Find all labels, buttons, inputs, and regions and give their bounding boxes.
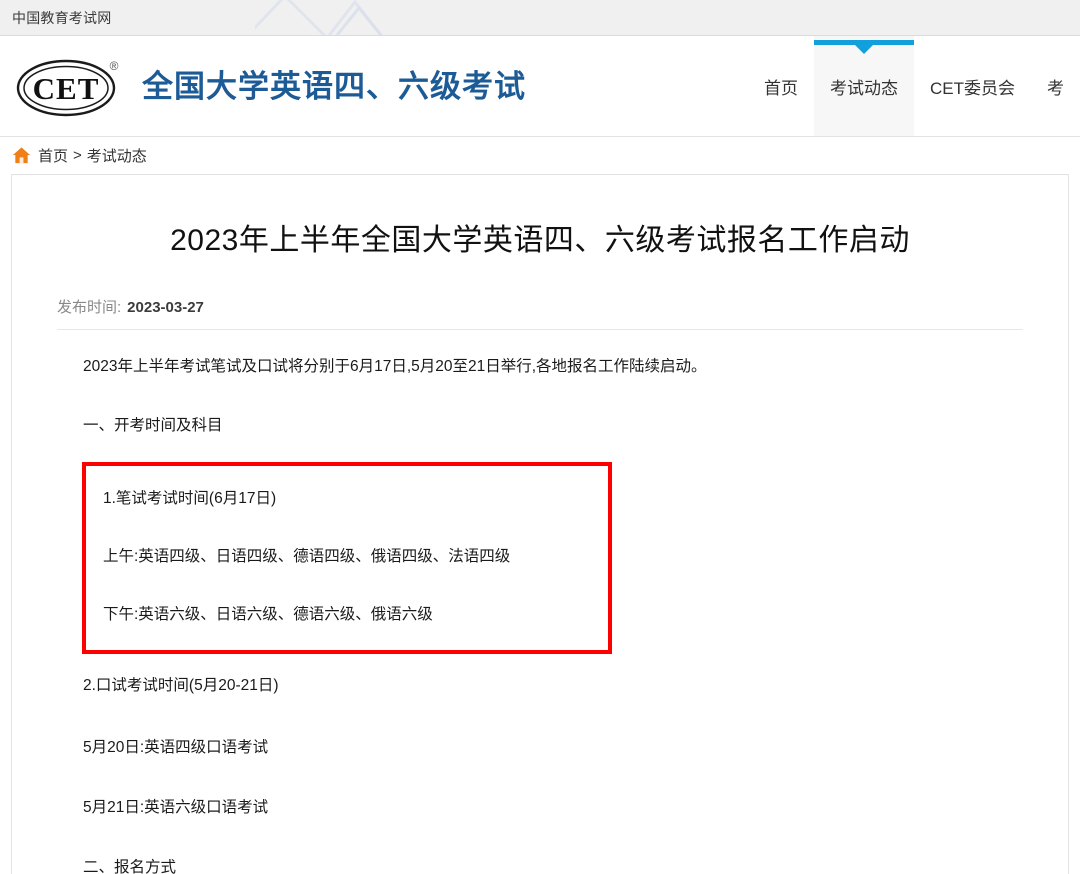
publish-time-label: 发布时间:	[57, 299, 121, 316]
nav-item-exam-news[interactable]: 考试动态	[814, 36, 914, 136]
article-paragraph-clipped: 二、报名方式	[57, 838, 1023, 874]
highlight-line: 1.笔试考试时间(6月17日)	[86, 470, 608, 528]
home-icon	[12, 146, 31, 165]
nav-item-label: 考	[1047, 74, 1064, 99]
svg-text:CET: CET	[33, 71, 100, 106]
nav-item-home[interactable]: 首页	[748, 36, 814, 136]
publish-meta: 发布时间: 2023-03-27	[57, 296, 1068, 317]
article-paragraph: 2.口试考试时间(5月20-21日)	[57, 654, 1023, 718]
nav-item-truncated[interactable]: 考	[1031, 36, 1080, 136]
top-navigation: 首页 考试动态 CET委员会 考	[748, 36, 1080, 136]
nav-item-label: CET委员会	[930, 74, 1015, 99]
publish-date: 2023-03-27	[127, 299, 204, 316]
brand-title: 全国大学英语四、六级考试	[142, 71, 526, 102]
nav-item-label: 首页	[764, 74, 798, 99]
site-header: CET ® 全国大学英语四、六级考试 首页 考试动态 CET委员会 考	[0, 36, 1080, 137]
nav-active-arrow-icon	[855, 45, 873, 54]
svg-text:®: ®	[110, 59, 119, 73]
window-title: 中国教育考试网	[12, 8, 111, 28]
article-paragraph: 一、开考时间及科目	[57, 396, 1023, 456]
brand-block[interactable]: CET ® 全国大学英语四、六级考试	[14, 50, 526, 122]
breadcrumb: 首页 > 考试动态	[0, 137, 1080, 174]
article-paragraph: 5月20日:英语四级口语考试	[57, 718, 1023, 778]
article-card: 2023年上半年全国大学英语四、六级考试报名工作启动 发布时间: 2023-03-…	[11, 174, 1069, 874]
browser-title-bar: 中国教育考试网	[0, 0, 1080, 36]
mountain-zigzag-watermark-icon	[255, 0, 495, 36]
article-body-after-highlight: 2.口试考试时间(5月20-21日) 5月20日:英语四级口语考试 5月21日:…	[57, 654, 1023, 874]
breadcrumb-home-link[interactable]: 首页	[38, 145, 68, 166]
nav-item-cet-committee[interactable]: CET委员会	[914, 36, 1031, 136]
highlight-box: 1.笔试考试时间(6月17日) 上午:英语四级、日语四级、德语四级、俄语四级、法…	[82, 462, 612, 654]
cet-logo-icon: CET ®	[14, 50, 132, 122]
nav-item-label: 考试动态	[830, 74, 898, 99]
article-paragraph: 2023年上半年考试笔试及口试将分别于6月17日,5月20至21日举行,各地报名…	[57, 330, 1023, 396]
breadcrumb-separator: >	[73, 147, 82, 164]
page-title: 2023年上半年全国大学英语四、六级考试报名工作启动	[12, 175, 1068, 262]
article-paragraph: 5月21日:英语六级口语考试	[57, 778, 1023, 838]
breadcrumb-current: 考试动态	[87, 145, 147, 166]
highlight-line: 下午:英语六级、日语六级、德语六级、俄语六级	[86, 586, 608, 644]
highlight-line: 上午:英语四级、日语四级、德语四级、俄语四级、法语四级	[86, 528, 608, 586]
article-body: 2023年上半年考试笔试及口试将分别于6月17日,5月20至21日举行,各地报名…	[12, 330, 1068, 874]
